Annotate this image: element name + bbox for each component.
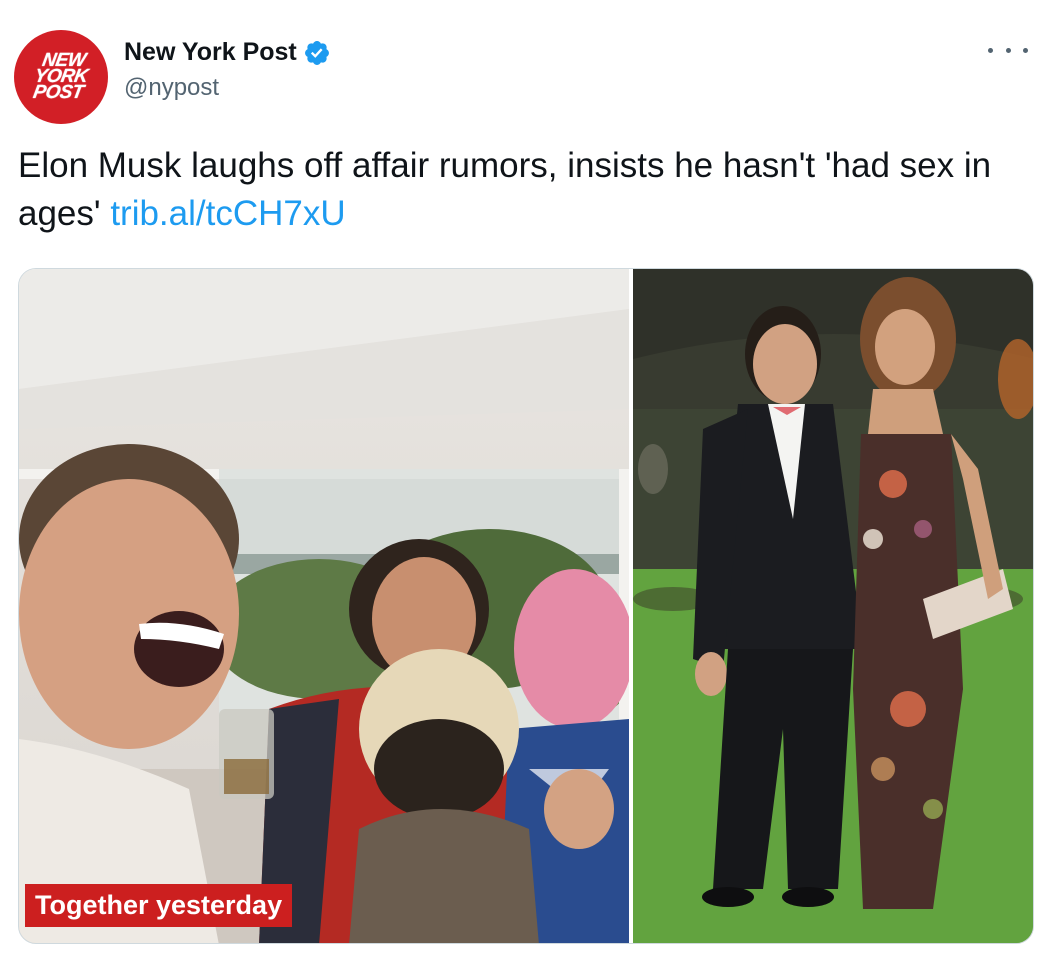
tweet[interactable]: NEW YORK POST New York Post @nypost Elon… [0,0,1046,960]
author-handle[interactable]: @nypost [124,74,219,102]
author-display-name[interactable]: New York Post [124,38,297,67]
tweet-text: Elon Musk laughs off affair rumors, insi… [18,142,1028,238]
photo-selfie-illustration [19,269,629,943]
author-name-row[interactable]: New York Post [124,38,331,67]
photo-couple[interactable] [633,269,1033,943]
tweet-link[interactable]: trib.al/tcCH7xU [110,194,345,233]
media-grid[interactable]: Together yesterday [18,268,1034,944]
photo-couple-illustration [633,269,1033,943]
photo-caption-badge: Together yesterday [25,884,293,927]
more-options-icon[interactable] [988,38,1028,62]
photo-selfie[interactable]: Together yesterday [19,269,629,943]
verified-badge-icon [304,40,329,65]
nypost-logo: NEW YORK POST [14,30,108,124]
author-avatar[interactable]: NEW YORK POST [14,30,108,124]
logo-line-3: POST [31,82,85,103]
